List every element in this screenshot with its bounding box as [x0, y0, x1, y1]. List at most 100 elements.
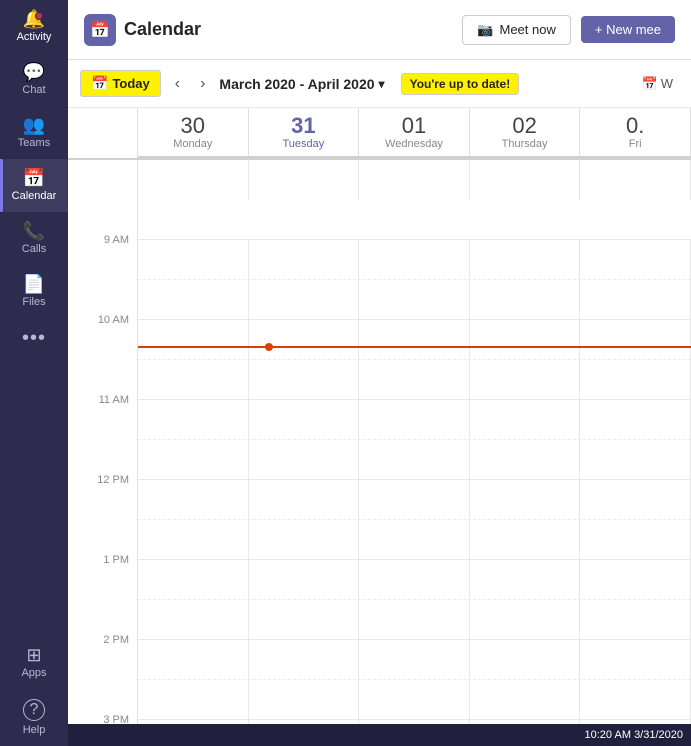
meet-now-button[interactable]: 📷 Meet now: [462, 15, 571, 45]
today-button[interactable]: 📅 Today: [80, 70, 161, 97]
cell[interactable]: [580, 640, 691, 680]
cell[interactable]: [138, 360, 249, 400]
cell[interactable]: [470, 240, 581, 280]
day-header-thu[interactable]: 02 Thursday: [470, 108, 581, 156]
cell[interactable]: [580, 320, 691, 360]
cell[interactable]: [138, 720, 249, 724]
sidebar-item-teams[interactable]: 👥 Teams: [0, 106, 68, 159]
cell[interactable]: [359, 360, 470, 400]
teams-icon: 👥: [23, 116, 45, 134]
cell[interactable]: [470, 360, 581, 400]
cell[interactable]: [138, 160, 249, 200]
day-header-wed[interactable]: 01 Wednesday: [359, 108, 470, 156]
sidebar-item-activity[interactable]: 🔔 Activity: [0, 0, 68, 53]
calendar-area: 30 Monday 31 Tuesday 01 Wednesday 02 Thu…: [68, 108, 691, 724]
cell[interactable]: [138, 560, 249, 600]
cell[interactable]: [580, 360, 691, 400]
cell[interactable]: [470, 520, 581, 560]
cell[interactable]: [249, 600, 360, 640]
cell[interactable]: [580, 240, 691, 280]
cell[interactable]: [580, 560, 691, 600]
cell[interactable]: [359, 480, 470, 520]
cell[interactable]: [470, 320, 581, 360]
cell[interactable]: [359, 600, 470, 640]
cell[interactable]: [249, 240, 360, 280]
calendar-body[interactable]: 9 AM 10 AM 11 AM 12 PM 1 PM 2 PM 3 PM: [68, 160, 691, 724]
cell[interactable]: [249, 480, 360, 520]
cell[interactable]: [359, 680, 470, 720]
cell[interactable]: [580, 280, 691, 320]
time-label-10am: 10 AM: [98, 314, 129, 326]
sidebar-item-more[interactable]: •••: [0, 318, 68, 358]
new-meeting-button[interactable]: + New mee: [581, 16, 675, 43]
cell[interactable]: [249, 640, 360, 680]
cell[interactable]: [580, 440, 691, 480]
cell[interactable]: [138, 680, 249, 720]
cell[interactable]: [470, 160, 581, 200]
cell[interactable]: [470, 600, 581, 640]
sidebar-item-files[interactable]: 📄 Files: [0, 265, 68, 318]
cell[interactable]: [138, 400, 249, 440]
cell[interactable]: [249, 560, 360, 600]
cell[interactable]: [138, 320, 249, 360]
day-number-today: 31: [291, 114, 315, 138]
cell[interactable]: [249, 400, 360, 440]
cell[interactable]: [359, 720, 470, 724]
cell[interactable]: [359, 440, 470, 480]
cell[interactable]: [359, 320, 470, 360]
cell[interactable]: [359, 640, 470, 680]
prev-button[interactable]: ‹: [169, 71, 186, 97]
cell[interactable]: [249, 160, 360, 200]
cell[interactable]: [470, 640, 581, 680]
cell[interactable]: [470, 560, 581, 600]
cell[interactable]: [138, 240, 249, 280]
cell[interactable]: [580, 600, 691, 640]
cell[interactable]: [249, 520, 360, 560]
sidebar-item-chat[interactable]: 💬 Chat: [0, 53, 68, 106]
cell[interactable]: [138, 440, 249, 480]
cell[interactable]: [249, 680, 360, 720]
cell[interactable]: [249, 280, 360, 320]
next-button[interactable]: ›: [194, 71, 211, 97]
cell[interactable]: [580, 400, 691, 440]
date-range[interactable]: March 2020 - April 2020 ▾: [219, 76, 384, 92]
cell[interactable]: [580, 720, 691, 724]
cell[interactable]: [359, 160, 470, 200]
sidebar-item-help[interactable]: ? Help: [0, 689, 68, 746]
view-selector-button[interactable]: 📅 W: [636, 72, 679, 96]
cell[interactable]: [138, 280, 249, 320]
cell[interactable]: [249, 360, 360, 400]
cell[interactable]: [470, 480, 581, 520]
cell[interactable]: [359, 240, 470, 280]
cell[interactable]: [359, 560, 470, 600]
cell[interactable]: [580, 480, 691, 520]
cell[interactable]: [359, 520, 470, 560]
sidebar-item-apps[interactable]: ⊞ Apps: [0, 636, 68, 689]
cell[interactable]: [138, 480, 249, 520]
cell[interactable]: [249, 720, 360, 724]
cell[interactable]: [138, 600, 249, 640]
day-header-mon[interactable]: 30 Monday: [138, 108, 249, 156]
sidebar-item-label: Chat: [22, 84, 45, 96]
cell[interactable]: [470, 680, 581, 720]
today-icon: 📅: [91, 75, 108, 92]
cell[interactable]: [249, 320, 360, 360]
cell[interactable]: [359, 400, 470, 440]
cell[interactable]: [580, 680, 691, 720]
cell[interactable]: [470, 440, 581, 480]
cell[interactable]: [138, 640, 249, 680]
cell[interactable]: [470, 280, 581, 320]
cell[interactable]: [470, 400, 581, 440]
cell[interactable]: [138, 520, 249, 560]
time-gutter: 9 AM 10 AM 11 AM 12 PM 1 PM 2 PM 3 PM: [68, 160, 138, 724]
time-label-3pm: 3 PM: [103, 714, 129, 724]
day-header-tue[interactable]: 31 Tuesday: [249, 108, 360, 156]
cell[interactable]: [359, 280, 470, 320]
sidebar-item-calls[interactable]: 📞 Calls: [0, 212, 68, 265]
cell[interactable]: [580, 160, 691, 200]
cell[interactable]: [249, 440, 360, 480]
sidebar-item-calendar[interactable]: 📅 Calendar: [0, 159, 68, 212]
cell[interactable]: [580, 520, 691, 560]
day-header-fri[interactable]: 0. Fri: [580, 108, 691, 156]
cell[interactable]: [470, 720, 581, 724]
